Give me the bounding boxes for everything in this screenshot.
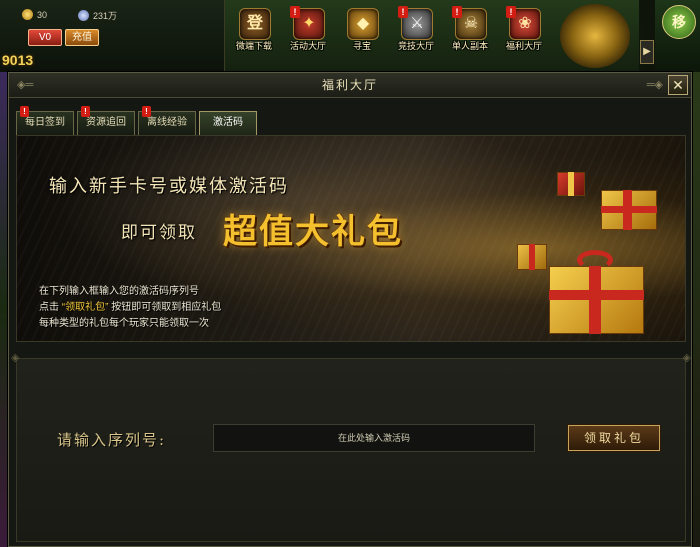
redeem-section: ◈ ◈ 请输入序列号: 在此处输入激活码 领取礼包: [11, 352, 691, 542]
recharge-button[interactable]: 充值: [65, 29, 99, 46]
coupon-counter: 231万: [78, 9, 117, 22]
micro-client-label: 微端下载: [235, 41, 272, 51]
solo-dungeon-label: 单人副本: [451, 41, 488, 51]
gold-counter: 30: [22, 9, 47, 20]
scene-edge-right: [692, 72, 700, 547]
small-gift-box-icon: [515, 236, 555, 276]
title-ornament-right: ═◈: [646, 79, 663, 91]
micro-client-glyph: 登: [246, 15, 263, 32]
alert-icon: !: [290, 6, 300, 18]
large-gift-box-icon: [549, 246, 659, 336]
banner-subheadline: 即可领取: [121, 223, 197, 243]
alert-icon: !: [20, 106, 29, 117]
gift-banner: 输入新手卡号或媒体激活码 即可领取 超值大礼包 在下列输入框输入您的激活码序列号…: [16, 135, 686, 342]
treasure-chest-icon: ◆: [347, 8, 379, 40]
feature-icon-bar: 登 微端下载 ✦ ! 活动大厅 ◆ 寻宝 ⚔ ! 竞技大厅 ☠ ! 单人副本 ❀…: [225, 0, 639, 72]
alert-icon: !: [81, 106, 90, 117]
claim-gift-button[interactable]: 领取礼包: [568, 425, 660, 451]
tab-label: 离线经验: [147, 117, 187, 128]
activation-code-input[interactable]: 在此处输入激活码: [213, 424, 535, 452]
instruction-line: 每种类型的礼包每个玩家只能领取一次: [39, 318, 209, 329]
boss-emblem-icon[interactable]: [560, 4, 630, 68]
map-switch-button[interactable]: 移: [662, 5, 696, 39]
window-title-bar[interactable]: ◈═ 福利大厅 ═◈ ✕: [9, 73, 691, 98]
scene-edge-left: [0, 72, 8, 547]
solo-dungeon-button[interactable]: ☠ ! 单人副本: [445, 6, 495, 56]
banner-headline: 输入新手卡号或媒体激活码: [49, 176, 289, 197]
expand-arrow-icon[interactable]: ▶: [640, 40, 654, 64]
small-gift-box-icon: [557, 166, 597, 206]
instructions: 在下列输入框输入您的激活码序列号 点击 “领取礼包” 按钮即可领取到相应礼包 每…: [39, 284, 221, 332]
corner-ornament: ◈: [682, 352, 691, 364]
instruction-highlight: “领取礼包”: [61, 302, 109, 313]
player-status-panel: 30 231万 V0 充值 9013: [0, 0, 225, 72]
gift-box-icon: [597, 176, 667, 236]
tab-activation-code[interactable]: 激活码: [199, 111, 257, 135]
side-menu-area: 移: [655, 0, 700, 72]
micro-client-icon: 登: [239, 8, 271, 40]
alert-icon: !: [398, 6, 408, 18]
banner-gift-highlight: 超值大礼包: [223, 212, 403, 252]
close-button[interactable]: ✕: [668, 75, 688, 95]
game-screen: 30 231万 V0 充值 9013 登 微端下载 ✦ ! 活动大厅 ◆ 寻宝 …: [0, 0, 700, 547]
gold-icon: [22, 9, 33, 20]
tab-label: 激活码: [213, 117, 243, 128]
welfare-hall-button[interactable]: ❀ ! 福利大厅: [499, 6, 549, 56]
instruction-text: 按钮即可领取到相应礼包: [111, 302, 222, 313]
tab-daily-checkin[interactable]: ! 每日签到: [16, 106, 74, 135]
window-title: 福利大厅: [321, 78, 378, 92]
tab-bar: ! 每日签到 ! 资源追回 ! 离线经验 激活码: [16, 106, 257, 135]
activity-hall-button[interactable]: ✦ ! 活动大厅: [283, 6, 333, 56]
alert-icon: !: [452, 6, 462, 18]
tab-resource-recovery[interactable]: ! 资源追回: [77, 106, 135, 135]
tab-label: 资源追回: [86, 117, 126, 128]
arena-hall-button[interactable]: ⚔ ! 竞技大厅: [391, 6, 441, 56]
coupon-icon: [78, 10, 89, 21]
instruction-line: 点击 “领取礼包” 按钮即可领取到相应礼包: [39, 300, 221, 316]
arena-hall-label: 竞技大厅: [397, 41, 434, 51]
micro-client-download-button[interactable]: 登 微端下载: [229, 8, 279, 56]
welfare-hall-label: 福利大厅: [505, 41, 542, 51]
treasure-hunt-glyph: ◆: [356, 15, 370, 32]
treasure-hunt-label: 寻宝: [352, 41, 371, 51]
instruction-text: 点击: [39, 302, 59, 313]
alert-icon: !: [142, 106, 151, 117]
instruction-line: 在下列输入框输入您的激活码序列号: [39, 286, 199, 297]
coupon-value: 231万: [93, 11, 118, 21]
combat-power-value: 9013: [2, 52, 34, 68]
gold-value: 30: [37, 9, 48, 20]
vip-button[interactable]: V0: [28, 29, 62, 46]
serial-label: 请输入序列号:: [57, 431, 167, 449]
alert-icon: !: [506, 6, 516, 18]
treasure-hunt-button[interactable]: ◆ 寻宝: [337, 8, 387, 56]
corner-ornament: ◈: [11, 352, 20, 364]
tab-offline-exp[interactable]: ! 离线经验: [138, 106, 196, 135]
tab-label: 每日签到: [25, 117, 65, 128]
activity-hall-label: 活动大厅: [289, 41, 326, 51]
welfare-hall-window: ◈═ 福利大厅 ═◈ ✕ ! 每日签到 ! 资源追回 ! 离线经验 激活码 输入…: [8, 72, 692, 547]
